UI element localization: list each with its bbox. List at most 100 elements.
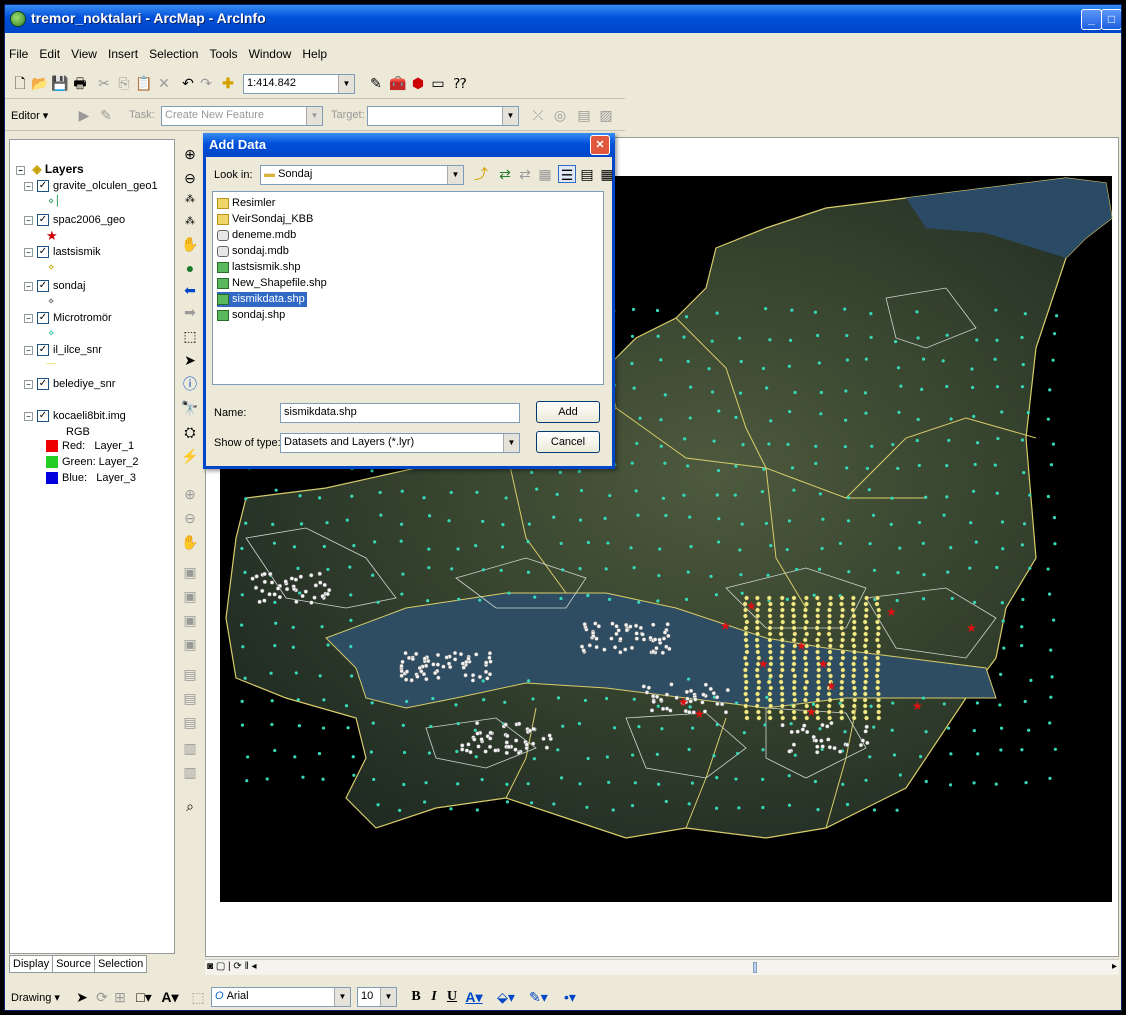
zoom-out-icon[interactable]: ⊖ xyxy=(181,169,199,187)
delete-icon[interactable]: ✕ xyxy=(155,74,173,92)
arctoolbox-icon[interactable]: 🧰 xyxy=(389,74,407,92)
layer-item[interactable]: − ✓ spac2006_geo xyxy=(24,214,125,227)
menu-file[interactable]: File xyxy=(5,45,32,63)
fixed-zoom-in-icon[interactable]: ⁂ xyxy=(181,191,199,209)
zoom-100-icon[interactable]: ▣ xyxy=(181,587,199,605)
target-combo[interactable]: ▼ xyxy=(367,106,519,126)
new-folder-icon[interactable]: ▦ xyxy=(536,165,554,183)
menu-help[interactable]: Help xyxy=(298,45,331,63)
zoom-to-selected-icon[interactable]: ⊞ xyxy=(111,988,129,1006)
horizontal-scrollbar[interactable]: ◙ ▢ | ⟳ ‖ ◂ ▸ xyxy=(205,959,1119,975)
layer-checkbox[interactable]: ✓ xyxy=(37,410,49,423)
layer-item[interactable]: − ✓ Microtromör xyxy=(24,312,112,325)
toc-root[interactable]: − ◈ Layers xyxy=(16,162,84,176)
collapse-icon[interactable]: − xyxy=(24,281,33,291)
fill-color-icon[interactable]: ⬙▾ xyxy=(497,988,515,1006)
list-item[interactable]: VeirSondaj_KBB xyxy=(217,212,313,227)
line-color-icon[interactable]: ✎▾ xyxy=(529,988,548,1006)
print-icon[interactable]: 🖶 xyxy=(71,74,89,92)
menu-view[interactable]: View xyxy=(67,45,101,63)
split-tool-icon[interactable]: ⤫ xyxy=(529,106,547,124)
task-combo[interactable]: Create New Feature ▼ xyxy=(161,106,323,126)
minimize-button[interactable]: _ xyxy=(1081,9,1102,30)
zoom-in-icon[interactable]: ⊕ xyxy=(181,145,199,163)
next-page-icon[interactable]: ▤ xyxy=(181,689,199,707)
edit-tool-icon[interactable]: ▶ xyxy=(75,106,93,124)
undo-icon[interactable]: ↶ xyxy=(179,74,197,92)
underline-button[interactable]: U xyxy=(443,988,461,1006)
attributes-icon[interactable]: ▤ xyxy=(575,106,593,124)
maximize-button[interactable]: □ xyxy=(1101,9,1121,30)
tab-selection[interactable]: Selection xyxy=(93,955,148,973)
collapse-icon[interactable]: − xyxy=(24,247,33,257)
fixed-zoom-out-icon[interactable]: ⁂ xyxy=(181,213,199,231)
layer-item[interactable]: − ✓ lastsismik xyxy=(24,246,101,259)
disconnect-folder-icon[interactable]: ⇄ xyxy=(516,165,534,183)
collapse-icon[interactable]: − xyxy=(24,181,33,191)
page-setup-icon[interactable]: ▤ xyxy=(181,713,199,731)
fixed-layout-zoom-icon[interactable]: ▣ xyxy=(181,611,199,629)
italic-button[interactable]: I xyxy=(425,988,443,1006)
list-item-selected[interactable]: sismikdata.shp xyxy=(217,292,307,307)
layer-checkbox[interactable]: ✓ xyxy=(37,180,49,193)
layer-checkbox[interactable]: ✓ xyxy=(37,280,49,293)
bold-button[interactable]: B xyxy=(407,988,425,1006)
chevron-down-icon[interactable]: ▼ xyxy=(447,166,463,184)
add-data-icon[interactable]: ✚ xyxy=(219,74,237,92)
details-view-icon[interactable]: ▤ xyxy=(578,165,596,183)
layout-zoom-out-icon[interactable]: ⊖ xyxy=(181,509,199,527)
toggle-draft-icon[interactable]: ▥ xyxy=(181,739,199,757)
focus-data-frame-icon[interactable]: ▥ xyxy=(181,763,199,781)
select-features-icon[interactable]: ⬚ xyxy=(181,327,199,345)
layer-item[interactable]: − ✓ belediye_snr xyxy=(24,378,115,391)
drawing-menu[interactable]: Drawing ▾ xyxy=(11,991,60,1004)
close-icon[interactable]: ✕ xyxy=(590,135,610,155)
layer-item[interactable]: − ✓ il_ilce_snr xyxy=(24,344,102,357)
editor-toolbar-icon[interactable]: ✎ xyxy=(367,74,385,92)
layer-item[interactable]: − ✓ sondaj xyxy=(24,280,85,293)
cut-icon[interactable]: ✂ xyxy=(95,74,113,92)
whats-this-icon[interactable]: ⁇ xyxy=(451,74,469,92)
layout-zoom-in-icon[interactable]: ⊕ xyxy=(181,485,199,503)
up-one-level-icon[interactable]: ⤴ xyxy=(472,165,490,183)
list-item[interactable]: sondaj.mdb xyxy=(217,244,289,259)
layer-checkbox[interactable]: ✓ xyxy=(37,312,49,325)
menu-window[interactable]: Window xyxy=(245,45,296,63)
layout-pan-icon[interactable]: ✋ xyxy=(181,533,199,551)
tab-source[interactable]: Source xyxy=(52,955,95,973)
scroll-thumb[interactable] xyxy=(753,962,757,973)
full-extent-icon[interactable]: ● xyxy=(181,259,199,277)
redo-icon[interactable]: ↷ xyxy=(197,74,215,92)
layer-checkbox[interactable]: ✓ xyxy=(37,246,49,259)
measure-icon[interactable]: ⛭ xyxy=(181,423,199,441)
collapse-icon[interactable]: − xyxy=(24,345,33,355)
collapse-icon[interactable]: − xyxy=(24,215,33,225)
edit-vertices-icon[interactable]: ⬚ xyxy=(189,988,207,1006)
file-list[interactable]: Resimler VeirSondaj_KBB deneme.mdb sonda… xyxy=(212,191,604,385)
save-icon[interactable]: 💾 xyxy=(51,74,69,92)
marker-color-icon[interactable]: •▾ xyxy=(561,988,579,1006)
menu-insert[interactable]: Insert xyxy=(104,45,142,63)
menu-tools[interactable]: Tools xyxy=(206,45,242,63)
select-element-icon[interactable]: ➤ xyxy=(73,988,91,1006)
list-view-icon[interactable]: ☰ xyxy=(558,165,576,183)
sketch-properties-icon[interactable]: ▨ xyxy=(597,106,615,124)
chevron-down-icon[interactable]: ▼ xyxy=(306,107,322,125)
forward-extent-icon[interactable]: ➡ xyxy=(181,303,199,321)
collapse-icon[interactable]: − xyxy=(24,313,33,323)
list-item[interactable]: Resimler xyxy=(217,196,275,211)
thumbnails-view-icon[interactable]: ▦ xyxy=(598,165,616,183)
magnifier-icon[interactable]: ⌕ xyxy=(181,797,199,815)
layer-checkbox[interactable]: ✓ xyxy=(37,344,49,357)
menu-edit[interactable]: Edit xyxy=(35,45,64,63)
text-tool-icon[interactable]: A▾ xyxy=(161,988,179,1006)
layer-item[interactable]: − ✓ gravite_olculen_geo1 xyxy=(24,180,158,193)
font-color-icon[interactable]: A▾ xyxy=(465,988,483,1006)
back-extent-icon[interactable]: ⬅ xyxy=(181,281,199,299)
collapse-icon[interactable]: − xyxy=(24,411,33,421)
layer-item[interactable]: − ✓ kocaeli8bit.img xyxy=(24,410,126,423)
chevron-down-icon[interactable]: ▼ xyxy=(380,988,396,1006)
chevron-down-icon[interactable]: ▼ xyxy=(338,75,354,93)
menu-selection[interactable]: Selection xyxy=(145,45,202,63)
sketch-tool-icon[interactable]: ✎ xyxy=(97,106,115,124)
